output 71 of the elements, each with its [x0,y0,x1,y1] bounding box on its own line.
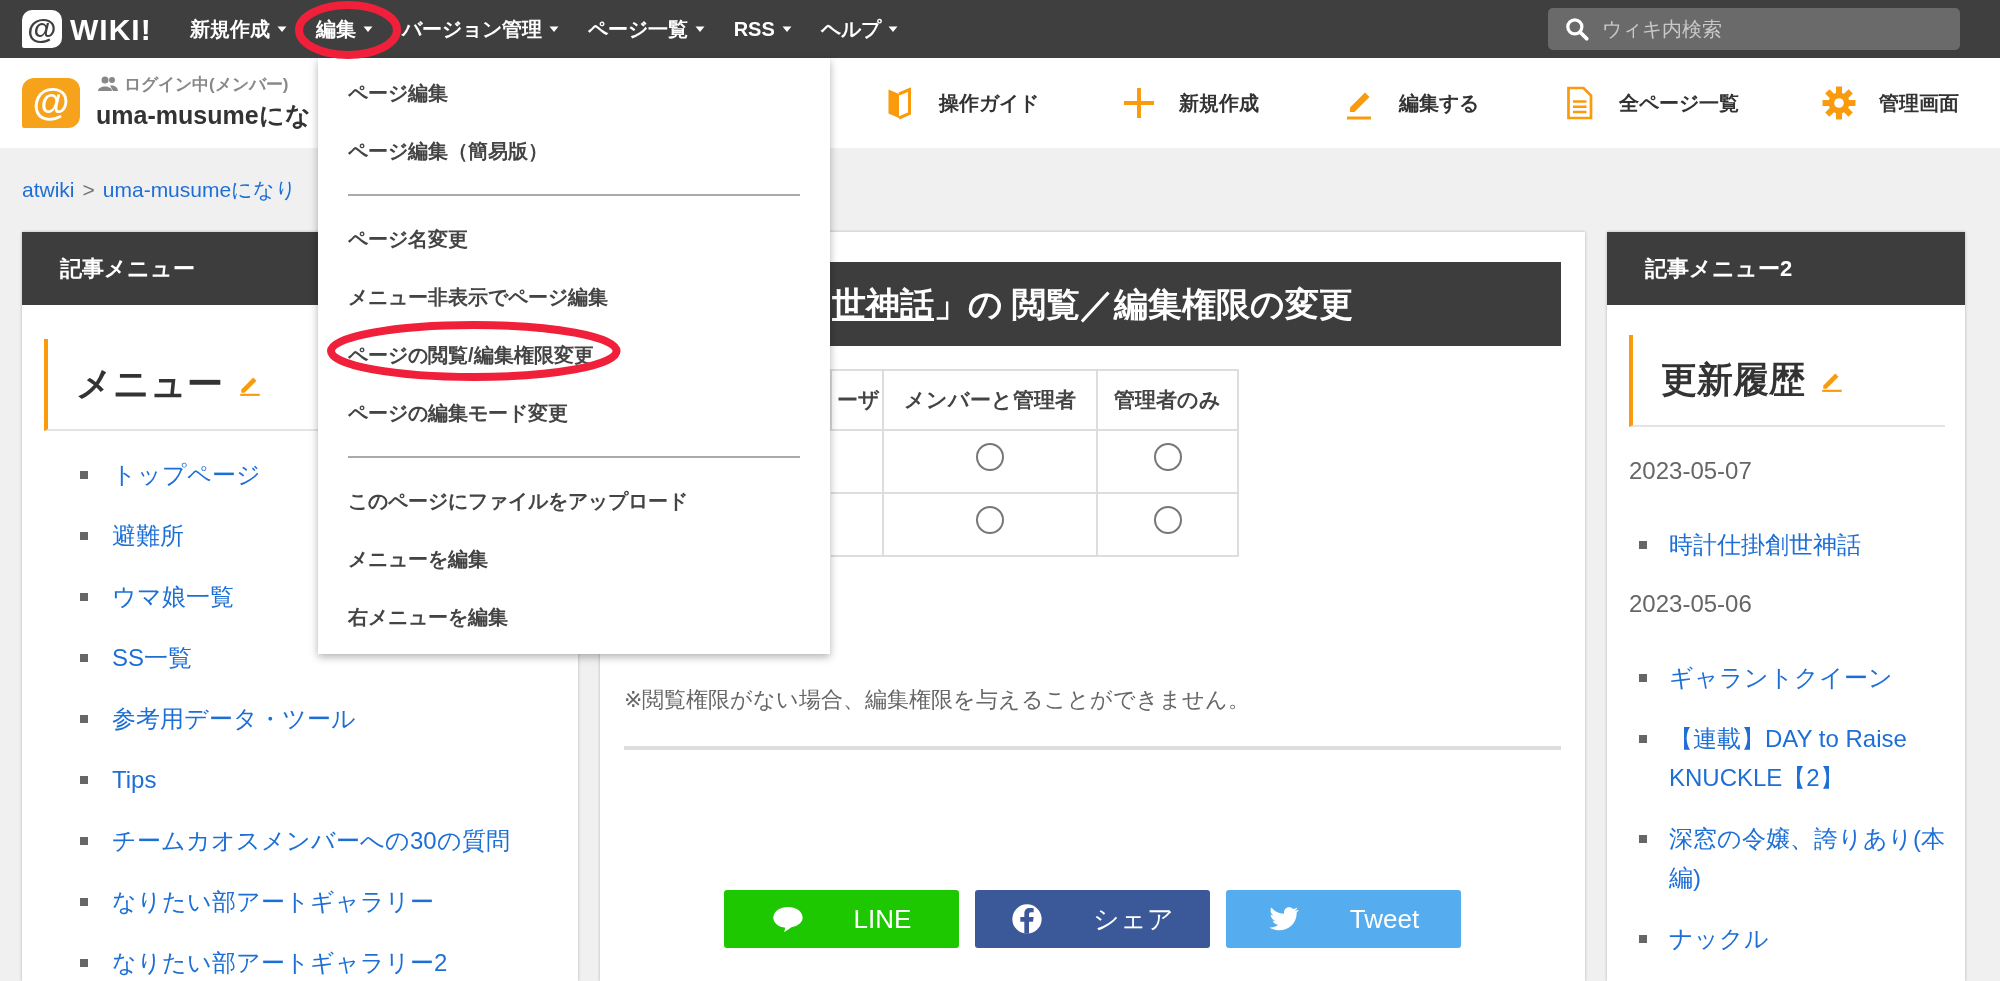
menu-link[interactable]: 避難所 [112,518,184,554]
menu-link[interactable]: Tips [112,762,157,798]
menu-link[interactable]: なりたい部アートギャラリー2 [112,945,448,981]
breadcrumb-separator: > [82,177,95,204]
menu-link[interactable]: チームカオスメンバーへの30の質問 [112,823,510,859]
nav-menu-item[interactable]: バージョン管理 [387,0,574,58]
menu-link[interactable]: 参考用データ・ツール [112,701,356,737]
column-header: ーザ [831,370,883,430]
menu-link[interactable]: なりたい部アートギャラリー [112,884,434,920]
square-bullet-icon [80,532,88,540]
share-button[interactable]: シェア [975,890,1210,948]
radio-button[interactable] [976,443,1004,472]
date-label: 2023-05-06 [1629,589,1753,619]
breadcrumb-link[interactable]: uma-musumeになり [102,174,298,206]
toolbar-button[interactable]: 操作ガイド [875,84,1045,122]
dropdown-item[interactable]: ページの編集モード変更 [318,384,830,442]
section-heading: 更新履歴 [1661,358,1805,402]
column-header: メンバーと管理者 [883,370,1097,430]
menu-link[interactable]: ナックル [1669,919,1769,958]
note-text: ※閲覧権限がない場合、編集権限を与えることができません。 [624,686,1252,714]
section-heading: メニュー [76,362,223,406]
menu-link[interactable]: 時計仕掛創世神話 [1669,525,1861,564]
nav-menu-item[interactable]: 新規作成 [175,0,302,58]
column-header: 管理者のみ [1097,370,1238,430]
menu-link[interactable]: ギャラントクイーン [1669,658,1893,697]
square-bullet-icon [80,959,88,967]
menu-link[interactable]: SS一覧 [112,640,192,676]
dropdown-item[interactable]: このページにファイルをアップロード [318,472,830,530]
search-field[interactable]: ウィキ内検索 [1548,8,1960,50]
dropdown-item[interactable]: メニューを編集 [318,530,830,588]
square-bullet-icon [80,471,88,479]
radio-button[interactable] [1153,443,1182,472]
toolbar-button[interactable]: 編集する [1335,84,1485,122]
square-bullet-icon [80,593,88,601]
nav-menu-item[interactable]: ヘルプ [806,0,913,58]
search-icon [1564,16,1590,42]
dropdown-item[interactable]: 右メニューを編集 [318,588,830,646]
menu-link[interactable]: 【連載】DAY to Raise KNUCKLE【2】 [1669,719,1945,797]
toolbar-button[interactable]: 新規作成 [1115,84,1265,122]
dropdown-item[interactable]: ページ編集 [318,64,830,122]
site-title: uma-musumeにな [96,100,311,131]
square-bullet-icon [80,715,88,723]
breadcrumb-link[interactable]: atwiki [22,174,75,206]
panel-title: 記事メニュー2 [1607,232,1965,305]
nav-menu-item[interactable]: RSS [719,0,807,58]
menu-link[interactable]: 深窓の令嬢、誇りあり(本編) [1669,819,1945,897]
square-bullet-icon [80,898,88,906]
menu-link[interactable]: トップページ [112,457,261,493]
wiki-avatar-logo: @ [22,78,80,128]
nav-menu-item[interactable]: ページ一覧 [573,0,720,58]
square-bullet-icon [1639,835,1647,843]
dropdown-item[interactable]: ページ編集（簡易版） [318,122,830,180]
square-bullet-icon [1639,541,1647,549]
square-bullet-icon [80,776,88,784]
square-bullet-icon [1639,935,1647,943]
square-bullet-icon [80,837,88,845]
square-bullet-icon [1639,674,1647,682]
square-bullet-icon [1639,735,1647,743]
page-title-link[interactable]: 世神話 [832,278,934,330]
date-label: 2023-05-07 [1629,456,1753,486]
wiki-logo[interactable]: @ WIKI! [22,6,152,52]
radio-button[interactable] [1153,506,1182,535]
settings-icon [1821,85,1857,121]
square-bullet-icon [80,654,88,662]
menu-link[interactable]: ウマ娘一覧 [112,579,234,615]
toolbar-button[interactable]: 管理画面 [1815,84,1965,122]
round-f-icon [1011,903,1043,935]
radio-button[interactable] [976,506,1004,535]
plus-icon [1121,85,1157,121]
toolbar-button[interactable]: 全ページ一覧 [1555,84,1745,122]
login-status: ログイン中(メンバー) [124,73,289,96]
